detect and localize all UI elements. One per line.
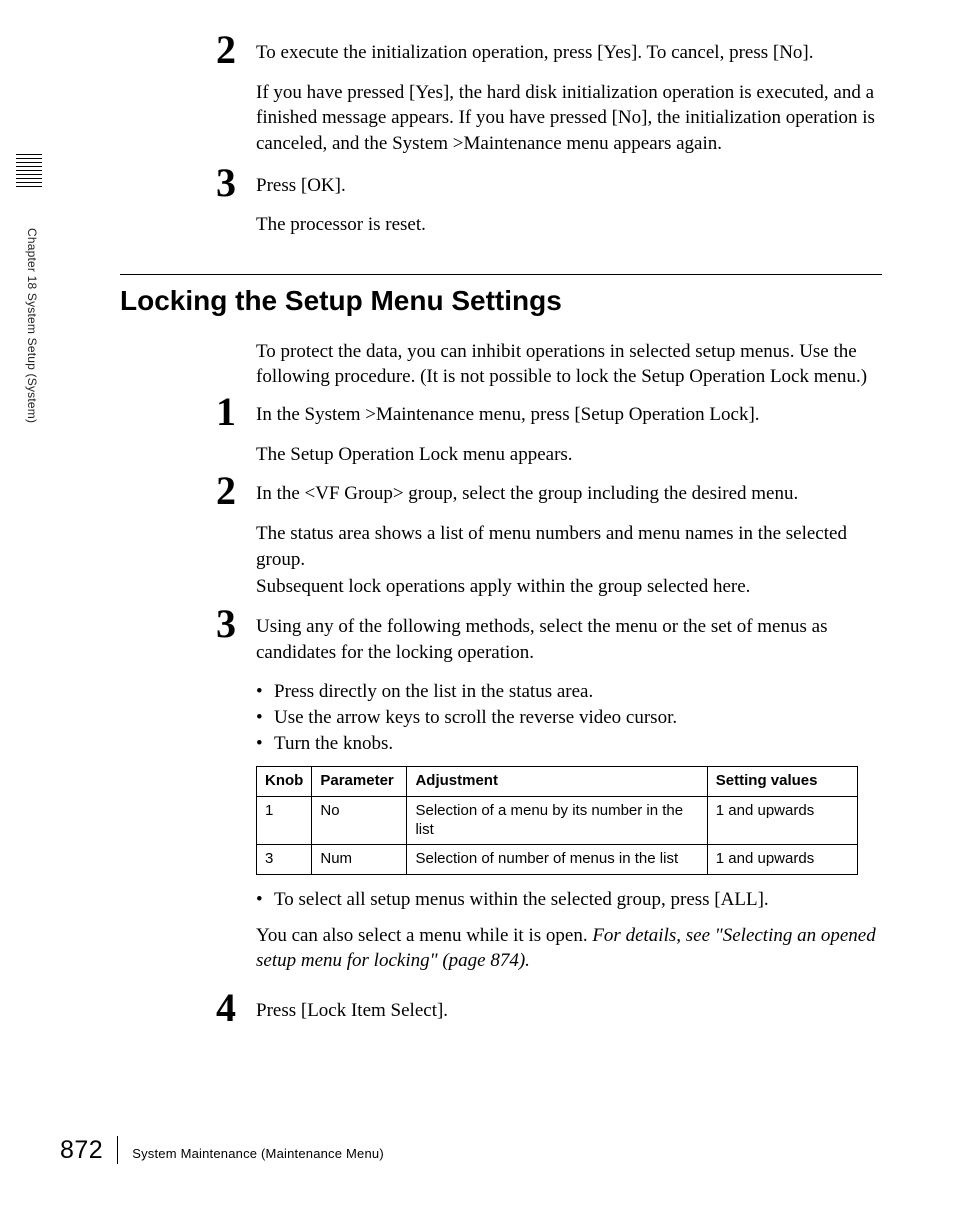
- body-text: In the System >Maintenance menu, press […: [256, 402, 882, 428]
- body-text: If you have pressed [Yes], the hard disk…: [256, 80, 882, 157]
- footer-divider: [117, 1136, 118, 1164]
- page-footer: 872 System Maintenance (Maintenance Menu…: [60, 1136, 384, 1166]
- step-2-top: 2 To execute the initialization operatio…: [120, 40, 882, 157]
- body-text: Press [OK].: [256, 173, 882, 199]
- body-text: To execute the initialization operation,…: [256, 40, 882, 66]
- list-item: Turn the knobs.: [256, 731, 882, 757]
- step-number: 3: [216, 163, 236, 203]
- step-3-top: 3 Press [OK]. The processor is reset.: [120, 173, 882, 238]
- body-text: The processor is reset.: [256, 212, 882, 238]
- table-row: 1 No Selection of a menu by its number i…: [257, 796, 858, 845]
- body-text: To protect the data, you can inhibit ope…: [256, 339, 882, 390]
- table-cell: 1 and upwards: [707, 796, 857, 845]
- table-cell: 3: [257, 845, 312, 875]
- table-header: Knob: [257, 767, 312, 797]
- step-number: 2: [216, 471, 236, 511]
- list-item: Use the arrow keys to scroll the reverse…: [256, 705, 882, 731]
- bullet-list: Press directly on the list in the status…: [256, 679, 882, 756]
- step-2: 2 In the <VF Group> group, select the gr…: [120, 481, 882, 600]
- table-cell: No: [312, 796, 407, 845]
- body-text-plain: You can also select a menu while it is o…: [256, 925, 592, 946]
- table-header: Adjustment: [407, 767, 707, 797]
- table-cell: Selection of number of menus in the list: [407, 845, 707, 875]
- table-header-row: Knob Parameter Adjustment Setting values: [257, 767, 858, 797]
- body-text: The Setup Operation Lock menu appears.: [256, 442, 882, 468]
- body-text: Using any of the following methods, sele…: [256, 614, 882, 665]
- section-heading: Locking the Setup Menu Settings: [120, 285, 882, 317]
- page: Chapter 18 System Setup (System) 2 To ex…: [0, 0, 954, 1212]
- section-intro-block: To protect the data, you can inhibit ope…: [256, 339, 882, 390]
- table-header: Setting values: [707, 767, 857, 797]
- section-divider: [120, 274, 882, 275]
- table-cell: Num: [312, 845, 407, 875]
- body-text: In the <VF Group> group, select the grou…: [256, 481, 882, 507]
- table-cell: 1: [257, 796, 312, 845]
- step-number: 2: [216, 30, 236, 70]
- sidebar-decorative-bars: [16, 154, 42, 187]
- page-number: 872: [60, 1136, 103, 1165]
- table-header: Parameter: [312, 767, 407, 797]
- list-item: To select all setup menus within the sel…: [256, 887, 882, 913]
- list-item: Press directly on the list in the status…: [256, 679, 882, 705]
- step-1: 1 In the System >Maintenance menu, press…: [120, 402, 882, 467]
- table-cell: Selection of a menu by its number in the…: [407, 796, 707, 845]
- step-number: 3: [216, 604, 236, 644]
- step-number: 1: [216, 392, 236, 432]
- step-3: 3 Using any of the following methods, se…: [120, 614, 882, 974]
- bullet-list: To select all setup menus within the sel…: [256, 887, 882, 913]
- knob-table: Knob Parameter Adjustment Setting values…: [256, 766, 858, 875]
- body-text: The status area shows a list of menu num…: [256, 521, 882, 572]
- table-cell: 1 and upwards: [707, 845, 857, 875]
- step-4: 4 Press [Lock Item Select].: [120, 998, 882, 1024]
- body-text: You can also select a menu while it is o…: [256, 923, 882, 974]
- table-row: 3 Num Selection of number of menus in th…: [257, 845, 858, 875]
- footer-text: System Maintenance (Maintenance Menu): [132, 1146, 384, 1161]
- chapter-side-label: Chapter 18 System Setup (System): [25, 228, 39, 423]
- body-text: Press [Lock Item Select].: [256, 998, 882, 1024]
- body-text: Subsequent lock operations apply within …: [256, 574, 882, 600]
- step-number: 4: [216, 988, 236, 1028]
